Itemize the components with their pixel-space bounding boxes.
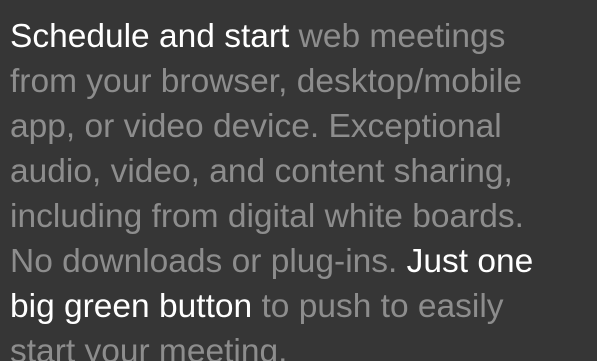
description-line-6: No downloads or plug-ins. Just one	[10, 239, 597, 284]
description-line-4: audio, video, and content sharing,	[10, 149, 597, 194]
body-text: app, or video device. Exceptional	[10, 108, 502, 145]
body-text: to push to easily	[252, 288, 504, 325]
highlight-text: Schedule and start	[10, 18, 290, 55]
description-line-7: big green button to push to easily	[10, 284, 597, 329]
feature-description: Schedule and start web meetings from you…	[10, 14, 597, 361]
body-text: audio, video, and content sharing,	[10, 153, 513, 190]
highlight-text: Just one	[406, 243, 534, 280]
body-text: web meetings	[289, 18, 506, 55]
highlight-text: big green button	[10, 288, 253, 325]
body-text: including from digital white boards.	[10, 198, 524, 235]
description-line-2: from your browser, desktop/mobile	[10, 59, 597, 104]
body-text: from your browser, desktop/mobile	[10, 63, 523, 100]
description-line-8: start your meeting.	[10, 329, 597, 361]
feature-description-panel: Schedule and start web meetings from you…	[0, 0, 597, 361]
description-line-3: app, or video device. Exceptional	[10, 104, 597, 149]
body-text: No downloads or plug-ins.	[10, 243, 407, 280]
description-line-5: including from digital white boards.	[10, 194, 597, 239]
body-text: start your meeting.	[10, 333, 288, 361]
description-line-1: Schedule and start web meetings	[10, 14, 597, 59]
